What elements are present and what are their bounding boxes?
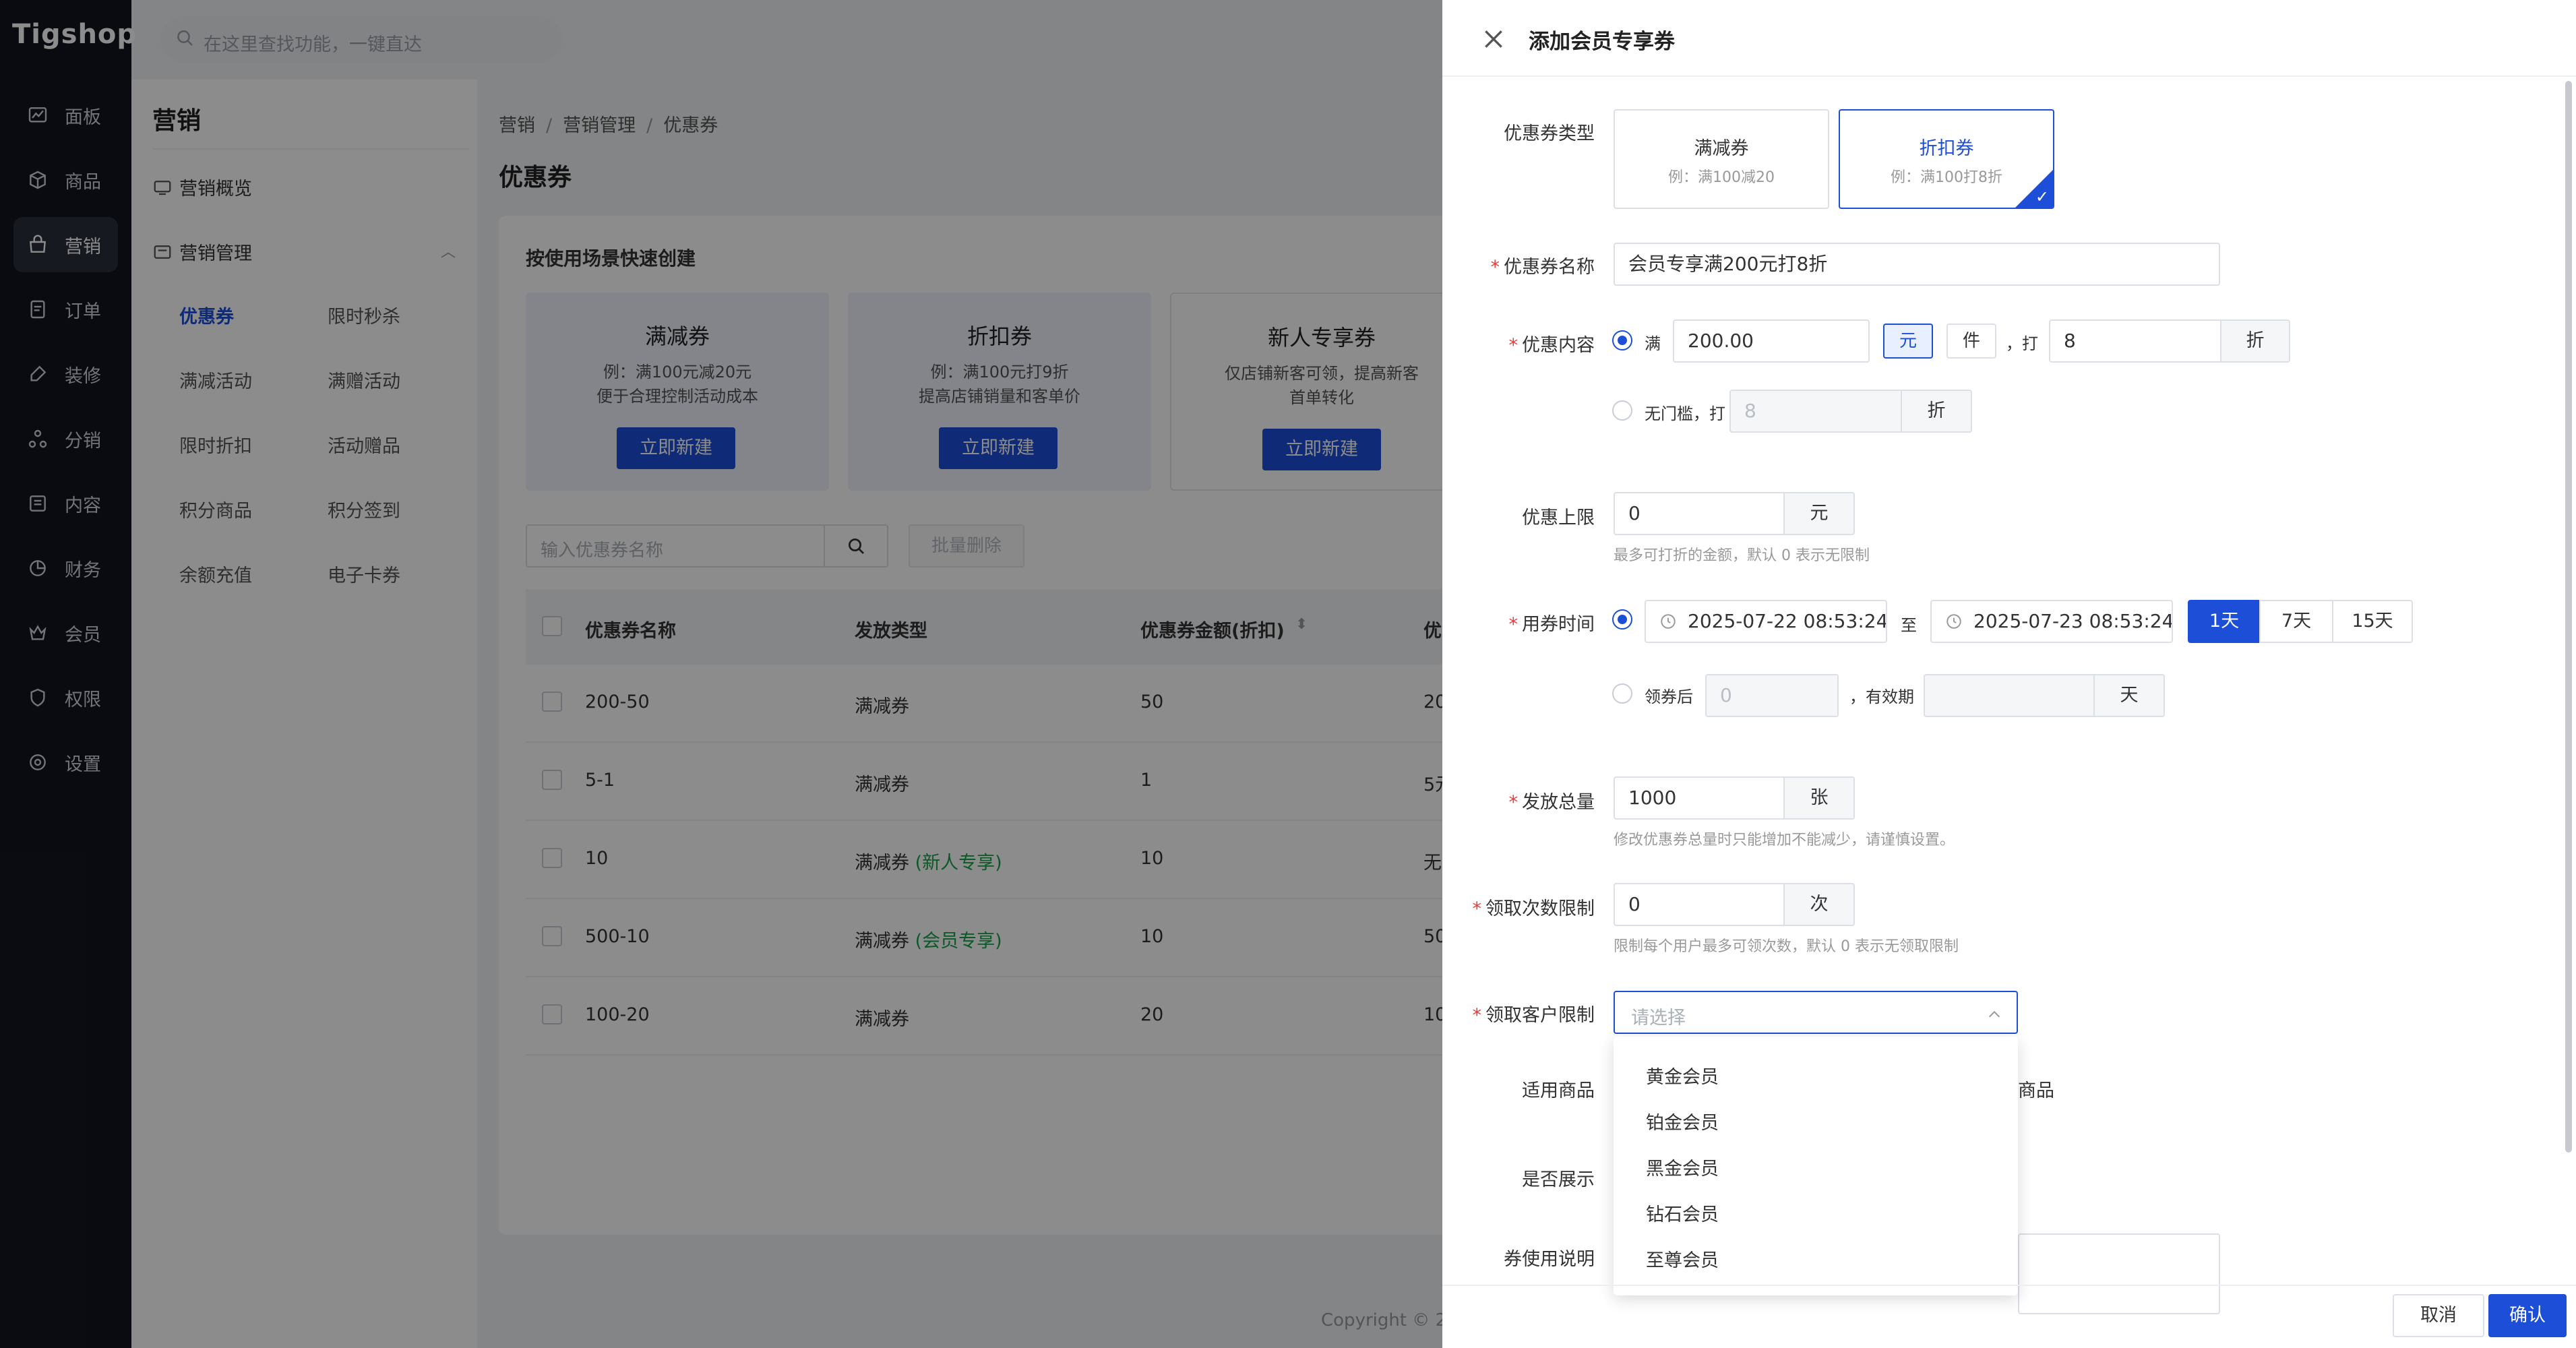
unit-yuan-toggle[interactable]: 元: [1883, 324, 1933, 359]
scrollbar[interactable]: [2565, 81, 2572, 1153]
threshold-amount-input[interactable]: 200.00: [1673, 319, 1870, 363]
total-quantity-unit: 张: [1783, 776, 1855, 820]
unit-piece-toggle[interactable]: 件: [1946, 324, 1996, 359]
discount-prefix: ，打: [2006, 334, 2038, 353]
receive-limit-input[interactable]: 0: [1614, 883, 1785, 926]
discount-cap-hint: 最多可打折的金额，默认 0 表示无限制: [1614, 547, 1870, 564]
coupon-content-label: * 优惠内容: [1508, 335, 1595, 356]
range-separator: 至: [1901, 616, 1917, 635]
use-time-label: * 用券时间: [1508, 614, 1595, 635]
threshold-radio[interactable]: [1612, 330, 1632, 350]
select-placeholder: 请选择: [1631, 1008, 1686, 1029]
check-icon: ✓: [2035, 187, 2049, 206]
coupon-type-label: 优惠券类型: [1504, 123, 1595, 144]
after-receive-radio[interactable]: [1612, 683, 1632, 704]
receive-limit-hint: 限制每个用户最多可领次数，默认 0 表示无领取限制: [1614, 938, 1959, 955]
after-receive-days-input[interactable]: 0: [1705, 674, 1839, 717]
quick-range-1-day[interactable]: 1天: [2188, 600, 2261, 643]
coupon-name-label: * 优惠券名称: [1490, 257, 1595, 278]
close-icon[interactable]: [1480, 26, 1507, 53]
drawer-title: 添加会员专享券: [1529, 30, 1675, 54]
valid-period-label: ，有效期: [1849, 687, 1914, 706]
receive-limit-label: * 领取次数限制: [1472, 898, 1595, 919]
customer-limit-dropdown: 黄金会员 铂金会员 黑金会员 钻石会员 至尊会员: [1614, 1037, 2018, 1295]
discount-unit: 折: [2220, 319, 2290, 363]
clock-icon: [1661, 614, 1676, 629]
dropdown-option-supreme[interactable]: 至尊会员: [1646, 1246, 1719, 1272]
quick-range-15-days[interactable]: 15天: [2332, 600, 2413, 643]
start-date-value: 2025-07-22 08:53:24: [1688, 610, 1887, 632]
applicable-goods-label: 适用商品: [1522, 1080, 1595, 1101]
no-threshold-unit: 折: [1901, 390, 1972, 433]
confirm-button[interactable]: 确认: [2488, 1294, 2567, 1337]
coupon-type-discount[interactable]: 折扣券 例：满100打8折 ✓: [1839, 109, 2054, 209]
type-title: 折扣券: [1919, 138, 1974, 159]
dropdown-option-black-gold[interactable]: 黑金会员: [1646, 1154, 1719, 1180]
discount-cap-unit: 元: [1783, 492, 1855, 535]
dropdown-option-diamond[interactable]: 钻石会员: [1646, 1200, 1719, 1226]
end-date-input[interactable]: 2025-07-23 08:53:24: [1930, 600, 2173, 643]
customer-limit-select[interactable]: 请选择: [1614, 991, 2018, 1034]
no-threshold-rate-input[interactable]: 8: [1729, 390, 1902, 433]
goods-option-text[interactable]: 商品: [2018, 1076, 2054, 1102]
type-example: 例：满100减20: [1668, 169, 1775, 186]
customer-limit-label: * 领取客户限制: [1472, 1005, 1595, 1026]
divider: [1442, 75, 2576, 77]
valid-period-input[interactable]: [1924, 674, 2095, 717]
end-date-value: 2025-07-23 08:53:24: [1973, 610, 2173, 632]
chevron-up-icon: [1988, 1010, 2000, 1018]
total-quantity-hint: 修改优惠券总量时只能增加不能减少，请谨慎设置。: [1614, 832, 1955, 849]
dropdown-option-platinum[interactable]: 铂金会员: [1646, 1108, 1719, 1134]
clock-icon: [1946, 614, 1961, 629]
type-title: 满减券: [1694, 138, 1749, 159]
coupon-name-input[interactable]: 会员专享满200元打8折: [1614, 243, 2220, 286]
no-threshold-label: 无门槛，打: [1645, 404, 1725, 423]
display-label: 是否展示: [1522, 1169, 1595, 1190]
usage-desc-textarea[interactable]: [2018, 1233, 2220, 1314]
time-range-radio[interactable]: [1612, 609, 1632, 630]
discount-cap-input[interactable]: 0: [1614, 492, 1785, 535]
coupon-type-full-reduce[interactable]: 满减券 例：满100减20: [1614, 109, 1829, 209]
full-prefix: 满: [1645, 334, 1661, 353]
quick-range-7-days[interactable]: 7天: [2259, 600, 2333, 643]
receive-limit-unit: 次: [1783, 883, 1855, 926]
no-threshold-radio[interactable]: [1612, 400, 1632, 421]
after-receive-label: 领券后: [1645, 687, 1693, 706]
discount-cap-label: 优惠上限: [1522, 508, 1595, 528]
discount-rate-input[interactable]: 8: [2049, 319, 2221, 363]
dropdown-option-gold[interactable]: 黄金会员: [1646, 1062, 1719, 1089]
usage-desc-label: 券使用说明: [1504, 1249, 1595, 1270]
valid-period-unit: 天: [2093, 674, 2165, 717]
divider: [1442, 1285, 2576, 1286]
total-quantity-label: * 发放总量: [1508, 792, 1595, 813]
total-quantity-input[interactable]: 1000: [1614, 776, 1785, 820]
cancel-button[interactable]: 取消: [2393, 1294, 2484, 1337]
start-date-input[interactable]: 2025-07-22 08:53:24: [1645, 600, 1887, 643]
